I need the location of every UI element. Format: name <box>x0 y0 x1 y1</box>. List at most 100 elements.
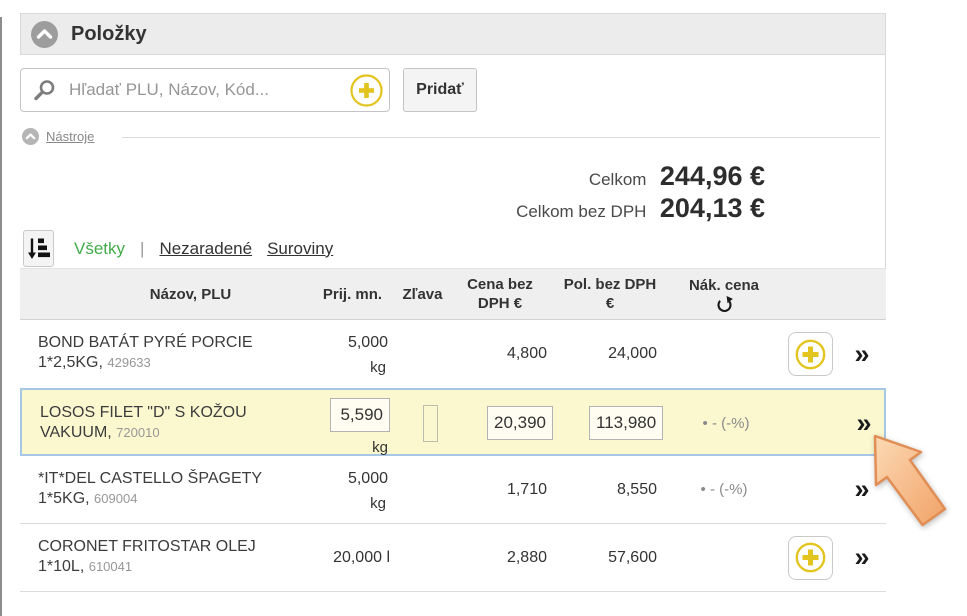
plus-icon <box>795 542 826 573</box>
unit-price-value: 2,880 <box>445 524 555 591</box>
line-total-cell <box>557 390 667 456</box>
item-plu: 429633 <box>107 355 150 370</box>
qty-unit: kg <box>305 495 388 512</box>
item-plu: 609004 <box>94 491 137 506</box>
filter-tabs: Všetky | Nezaradené Suroviny <box>74 230 333 267</box>
plus-icon <box>795 339 826 370</box>
purchase-price-cell: • - (-%) <box>667 390 785 456</box>
quick-add-button[interactable] <box>350 74 383 107</box>
tab-separator: | <box>140 239 144 259</box>
panel-header: Položky <box>20 13 886 55</box>
discount-cell <box>402 390 447 456</box>
purchase-price-cell <box>665 320 783 388</box>
tools-label[interactable]: Nástroje <box>46 129 94 144</box>
items-table: Názov, PLU Prij. mn. Zľava Cena bez DPH … <box>20 268 886 592</box>
line-total-value: 24,000 <box>555 320 665 388</box>
qty-value: 5,000 <box>305 334 388 352</box>
expand-row-chevron[interactable]: » <box>854 544 869 571</box>
qty-cell: 5,000 kg <box>305 320 400 388</box>
expand-row-chevron[interactable]: » <box>856 410 871 437</box>
collapse-panel-icon[interactable] <box>31 21 58 48</box>
table-row[interactable]: CORONET FRITOSTAR OLEJ 1*10L, 610041 20,… <box>20 524 886 592</box>
discount-cell <box>400 456 445 523</box>
total-no-vat-value: 204,13 € <box>660 193 765 223</box>
item-detail: 1*5KG, 609004 <box>38 489 305 509</box>
line-total-value: 8,550 <box>555 456 665 523</box>
tools-divider <box>122 137 880 138</box>
add-button[interactable]: Pridať <box>403 68 477 112</box>
total-value: 244,96 € <box>660 161 765 191</box>
item-name: CORONET FRITOSTAR OLEJ <box>38 537 305 557</box>
add-cell <box>783 456 838 523</box>
item-name-cell: CORONET FRITOSTAR OLEJ 1*10L, 610041 <box>20 524 305 591</box>
add-item-button[interactable] <box>788 332 833 376</box>
total-no-vat-line: Celkom bez DPH 204,13 € <box>20 193 765 224</box>
table-row[interactable]: BOND BATÁT PYRÉ PORCIE 1*2,5KG, 429633 5… <box>20 320 886 388</box>
tab-raw-materials[interactable]: Suroviny <box>267 239 333 259</box>
discount-input[interactable] <box>423 405 438 442</box>
item-name: BOND BATÁT PYRÉ PORCIE <box>38 333 305 353</box>
qty-value: 5,000 <box>305 470 388 488</box>
qty-cell: 5,000 kg <box>305 456 400 523</box>
tools-toggle[interactable]: Nástroje <box>22 128 94 145</box>
add-cell <box>785 390 840 456</box>
qty-unit: kg <box>307 439 390 456</box>
item-name-cell: LOSOS FILET "D" S KOŽOU VAKUUM, 720010 <box>22 390 307 456</box>
qty-input[interactable] <box>330 398 390 432</box>
totals-block: Celkom 244,96 € Celkom bez DPH 204,13 € <box>20 161 765 225</box>
qty-cell: kg <box>307 390 402 456</box>
expand-row-chevron[interactable]: » <box>854 476 869 503</box>
total-label: Celkom <box>589 170 647 189</box>
unit-price-input[interactable] <box>487 406 553 440</box>
add-item-button[interactable] <box>788 536 833 580</box>
page-title: Položky <box>71 23 147 46</box>
tab-all[interactable]: Všetky <box>74 239 125 259</box>
total-line: Celkom 244,96 € <box>20 161 765 192</box>
line-total-input[interactable] <box>589 406 663 440</box>
item-name-cell: BOND BATÁT PYRÉ PORCIE 1*2,5KG, 429633 <box>20 320 305 388</box>
item-name: LOSOS FILET "D" S KOŽOU <box>40 403 307 423</box>
column-header-unit-price: Cena bez DPH € <box>445 275 555 313</box>
search-icon <box>33 78 57 102</box>
search-input[interactable] <box>67 79 389 101</box>
plus-icon <box>350 74 383 107</box>
unit-price-cell <box>447 390 557 456</box>
discount-cell <box>400 320 445 388</box>
table-row-selected[interactable]: LOSOS FILET "D" S KOŽOU VAKUUM, 720010 k… <box>20 388 886 456</box>
tab-unsorted[interactable]: Nezaradené <box>159 239 252 259</box>
table-row[interactable]: *IT*DEL CASTELLO ŠPAGETY 1*5KG, 609004 5… <box>20 456 886 524</box>
search-box <box>20 68 390 112</box>
expand-row-cell: » <box>838 524 886 591</box>
item-name-cell: *IT*DEL CASTELLO ŠPAGETY 1*5KG, 609004 <box>20 456 305 523</box>
unit-price-value: 4,800 <box>445 320 555 388</box>
purchase-price-cell: • - (-%) <box>665 456 783 523</box>
refresh-icon[interactable] <box>716 296 733 313</box>
column-header-name: Názov, PLU <box>20 285 305 304</box>
item-name: *IT*DEL CASTELLO ŠPAGETY <box>38 469 305 489</box>
purchase-price-cell <box>665 524 783 591</box>
discount-cell <box>400 524 445 591</box>
line-total-value: 57,600 <box>555 524 665 591</box>
column-header-qty: Prij. mn. <box>305 285 400 304</box>
column-header-discount: Zľava <box>400 285 445 304</box>
expand-row-cell: » <box>840 390 888 456</box>
table-header-row: Názov, PLU Prij. mn. Zľava Cena bez DPH … <box>20 268 886 320</box>
window-left-edge <box>0 17 2 616</box>
item-detail: 1*10L, 610041 <box>38 557 305 577</box>
item-detail: 1*2,5KG, 429633 <box>38 353 305 373</box>
sort-button[interactable] <box>23 230 54 267</box>
collapse-tools-icon <box>22 128 39 145</box>
expand-row-cell: » <box>838 456 886 523</box>
add-cell <box>783 320 838 388</box>
qty-unit: kg <box>305 359 388 376</box>
column-header-line-total: Pol. bez DPH € <box>555 275 665 313</box>
expand-row-chevron[interactable]: » <box>854 341 869 368</box>
expand-row-cell: » <box>838 320 886 388</box>
column-header-purchase: Nák. cena <box>665 276 783 313</box>
unit-price-value: 1,710 <box>445 456 555 523</box>
qty-value: 20,000 l <box>333 549 390 567</box>
item-plu: 720010 <box>116 425 159 440</box>
item-detail: VAKUUM, 720010 <box>40 423 307 443</box>
qty-cell: 20,000 l <box>305 524 400 591</box>
add-cell <box>783 524 838 591</box>
